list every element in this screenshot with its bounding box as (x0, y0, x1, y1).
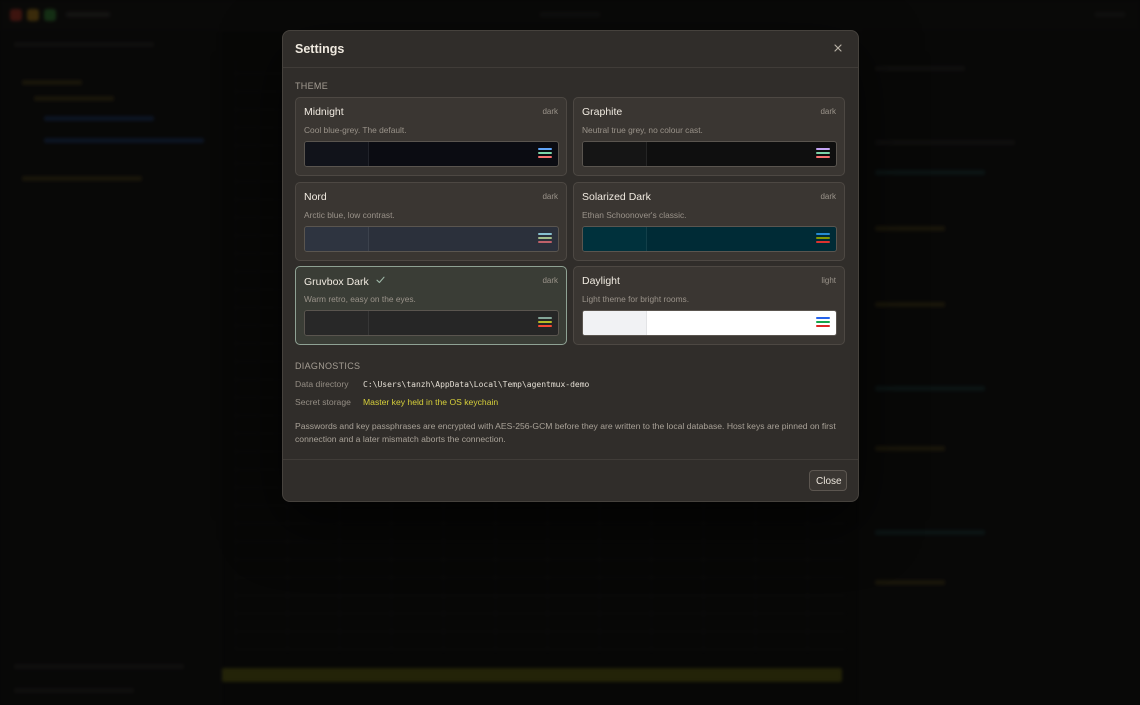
theme-card-graphite[interactable]: Graphite dark Neutral true grey, no colour… (573, 97, 845, 176)
theme-name: Graphite (582, 106, 622, 118)
theme-name-label: Gruvbox Dark (304, 276, 369, 288)
swatch-accent-lines (538, 317, 552, 327)
close-button[interactable]: Close (809, 470, 847, 491)
theme-description: Arctic blue, low contrast. (304, 209, 395, 220)
check-icon (376, 275, 385, 287)
theme-preview-swatch (582, 225, 837, 252)
swatch-accent-line (816, 317, 830, 319)
theme-mode-badge: dark (820, 191, 836, 201)
theme-name: Midnight (304, 106, 344, 118)
swatch-accent-lines (816, 148, 830, 158)
swatch-accent-line (538, 236, 552, 239)
swatch-accent-line (538, 148, 552, 150)
secret-storage-label: Secret storage (295, 397, 351, 407)
diagnostics-secret-storage-row: Secret storage Master key held in the OS … (295, 397, 498, 407)
settings-dialog: Settings THEME Midnight dark Cool blue-gre… (282, 30, 859, 502)
theme-mode-badge: dark (820, 107, 836, 116)
swatch-accent-lines (538, 232, 552, 243)
theme-mode-badge: light (821, 276, 836, 285)
dialog-title: Settings (295, 42, 345, 56)
swatch-sidebar (305, 311, 369, 335)
theme-description: Warm retro, easy on the eyes. (304, 294, 416, 304)
theme-name-label: Daylight (582, 275, 620, 287)
dialog-footer: Close (283, 459, 858, 501)
swatch-accent-line (816, 156, 830, 158)
theme-name: Daylight (582, 275, 620, 287)
theme-name-label: Midnight (304, 106, 344, 118)
secret-storage-value: Master key held in the OS keychain (363, 397, 499, 407)
swatch-sidebar (583, 311, 647, 335)
theme-preview-swatch (304, 141, 559, 167)
theme-mode-badge: dark (542, 191, 558, 201)
theme-preview-swatch (582, 141, 837, 167)
theme-name-label: Graphite (582, 106, 623, 118)
swatch-accent-line (816, 232, 830, 235)
theme-card-midnight[interactable]: Midnight dark Cool blue-grey. The default. (295, 97, 567, 176)
swatch-sidebar (305, 226, 369, 251)
swatch-accent-line (816, 325, 830, 327)
swatch-accent-line (538, 152, 552, 154)
swatch-accent-line (816, 240, 830, 243)
theme-description: Ethan Schoonover's classic. (582, 209, 687, 220)
close-icon[interactable] (832, 42, 844, 54)
dialog-header: Settings (283, 31, 858, 68)
theme-mode-badge: dark (542, 276, 558, 285)
theme-card-solarized-dark[interactable]: Solarized Dark dark Ethan Schoonover's cla… (573, 181, 845, 261)
swatch-accent-lines (816, 317, 830, 327)
data-directory-label: Data directory (295, 379, 349, 389)
swatch-accent-line (816, 236, 830, 239)
diagnostics-data-directory-row: Data directory C:\Users\tanzh\AppData\Loc… (295, 379, 589, 389)
theme-description: Cool blue-grey. The default. (304, 125, 407, 135)
theme-name: Gruvbox Dark (304, 275, 385, 288)
theme-mode-badge: dark (542, 107, 558, 116)
swatch-sidebar (305, 142, 369, 166)
swatch-accent-line (538, 325, 552, 327)
theme-name: Nord (304, 191, 327, 203)
swatch-accent-lines (538, 148, 552, 158)
swatch-accent-line (538, 156, 552, 158)
swatch-accent-line (538, 321, 552, 323)
theme-name-label: Solarized Dark (582, 190, 651, 203)
theme-section-label: THEME (295, 81, 328, 91)
theme-preview-swatch (304, 310, 559, 336)
theme-card-daylight[interactable]: Daylight light Light theme for bright room… (573, 266, 845, 345)
swatch-accent-lines (816, 232, 830, 243)
diagnostics-section-label: DIAGNOSTICS (295, 361, 361, 371)
theme-preview-swatch (304, 225, 559, 252)
theme-preview-swatch (582, 310, 837, 336)
theme-card-gruvbox-dark[interactable]: Gruvbox Dark dark Warm retro, easy on the … (295, 266, 567, 345)
theme-description: Neutral true grey, no colour cast. (582, 125, 703, 135)
swatch-accent-line (538, 232, 552, 235)
theme-card-nord[interactable]: Nord dark Arctic blue, low contrast. (295, 181, 567, 261)
swatch-accent-line (816, 148, 830, 150)
swatch-accent-line (538, 240, 552, 243)
encryption-info-text: Passwords and key passphrases are encryp… (295, 421, 836, 444)
swatch-sidebar (583, 142, 647, 166)
data-directory-value: C:\Users\tanzh\AppData\Local\Temp\agentm… (363, 380, 590, 389)
theme-name-label: Nord (304, 190, 327, 203)
swatch-accent-line (816, 152, 830, 154)
swatch-accent-line (538, 317, 552, 319)
theme-description: Light theme for bright rooms. (582, 294, 690, 304)
swatch-accent-line (816, 321, 830, 323)
theme-name: Solarized Dark (582, 191, 651, 203)
swatch-sidebar (583, 226, 647, 251)
